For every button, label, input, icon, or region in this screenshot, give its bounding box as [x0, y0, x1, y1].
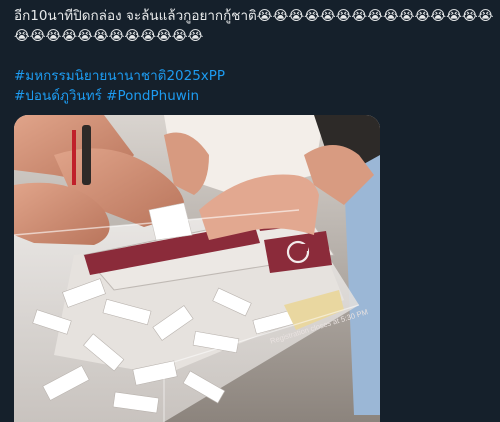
photo-ballot-box: [14, 115, 380, 422]
tweet-text: อีก10นาทีปิดกล่อง จะล้นแล้วกูอยากกู้ชาติ…: [14, 6, 494, 106]
tweet-hashtags-row-2: #ปอนด์ภูวินทร์ #PondPhuwin: [14, 86, 494, 106]
tweet-line-1: อีก10นาทีปิดกล่อง จะล้นแล้วกูอยากกู้ชาติ…: [14, 8, 494, 44]
tweet-photo[interactable]: Registration closes at 5:30 PM: [14, 115, 380, 422]
hashtag-link-pondphuwin[interactable]: #PondPhuwin: [106, 88, 199, 104]
hashtag-link-festival[interactable]: #มหกรรมนิยายนานาชาติ2025xPP: [14, 68, 225, 84]
hashtag-link-pond-phuwin-thai[interactable]: #ปอนด์ภูวินทร์: [14, 88, 102, 104]
tweet-hashtags-row-1: #มหกรรมนิยายนานาชาติ2025xPP: [14, 66, 494, 86]
